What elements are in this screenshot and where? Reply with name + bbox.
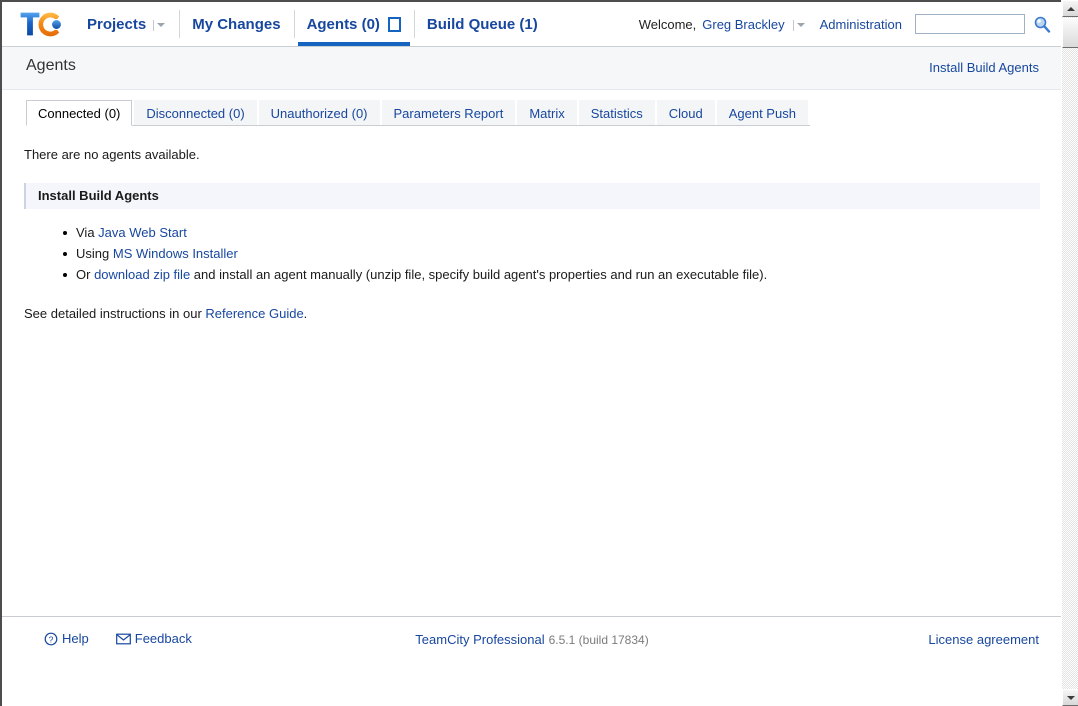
nav-item-build-queue-label: Build Queue (1)	[426, 15, 538, 33]
download-zip-file-link[interactable]: download zip file	[94, 267, 190, 282]
scroll-down-icon[interactable]	[1062, 689, 1078, 706]
list-item: Via Java Web Start	[63, 223, 1040, 243]
ms-windows-installer-link[interactable]: MS Windows Installer	[113, 246, 238, 261]
list-item: Or download zip file and install an agen…	[63, 265, 1040, 285]
chevron-down-icon[interactable]	[153, 19, 166, 32]
item-suffix: and install an agent manually (unzip fil…	[190, 267, 768, 282]
nav-item-projects-label: Projects	[87, 15, 147, 33]
list-item: Using MS Windows Installer	[63, 244, 1040, 264]
install-build-agents-link[interactable]: Install Build Agents	[929, 60, 1039, 75]
tab-cloud[interactable]: Cloud	[656, 100, 715, 125]
reference-prefix: See detailed instructions in our	[24, 306, 206, 321]
nav-item-my-changes-label: My Changes	[192, 15, 281, 33]
user-menu-chevron-down-icon[interactable]	[792, 19, 806, 32]
item-prefix: Via	[76, 225, 99, 240]
tab-parameters-report[interactable]: Parameters Report	[381, 100, 516, 125]
nav-separator	[413, 10, 415, 38]
item-prefix: Or	[76, 267, 95, 282]
product-info: TeamCity Professional 6.5.1 (build 17834)	[2, 632, 1062, 647]
teamcity-logo-icon[interactable]	[16, 7, 64, 41]
vertical-scrollbar[interactable]	[1061, 0, 1078, 706]
nav-separator	[179, 10, 181, 38]
user-name-link[interactable]: Greg Brackley	[702, 17, 784, 32]
scroll-up-icon[interactable]	[1062, 0, 1078, 17]
java-web-start-link[interactable]: Java Web Start	[98, 225, 187, 240]
main-nav: Projects My Changes Agents (0) Build Que…	[74, 2, 551, 46]
top-navigation-bar: Projects My Changes Agents (0) Build Que…	[2, 2, 1062, 47]
item-prefix: Using	[76, 246, 113, 261]
tab-matrix[interactable]: Matrix	[517, 100, 577, 125]
nav-item-agents[interactable]: Agents (0)	[293, 2, 414, 46]
tab-unauthorized[interactable]: Unauthorized (0)	[258, 100, 380, 125]
install-build-agents-panel: Install Build Agents Via Java Web Start …	[24, 183, 1040, 285]
page-viewport: Projects My Changes Agents (0) Build Que…	[0, 0, 1062, 706]
scrollbar-thumb[interactable]	[1062, 18, 1078, 48]
install-methods-list: Via Java Web Start Using MS Windows Inst…	[24, 223, 1040, 285]
nav-item-my-changes[interactable]: My Changes	[179, 2, 293, 46]
browser-window: Projects My Changes Agents (0) Build Que…	[0, 0, 1078, 706]
search-icon[interactable]	[1032, 14, 1052, 34]
page-title-bar: Agents Install Build Agents	[2, 47, 1062, 90]
administration-link[interactable]: Administration	[820, 17, 902, 32]
agents-indicator-box-icon	[387, 16, 401, 32]
main-content: There are no agents available. Install B…	[2, 147, 1062, 321]
nav-separator	[293, 10, 295, 38]
panel-body: Via Java Web Start Using MS Windows Inst…	[24, 209, 1040, 285]
page-title: Agents	[26, 57, 76, 74]
nav-item-build-queue[interactable]: Build Queue (1)	[413, 2, 551, 46]
panel-title: Install Build Agents	[24, 183, 1040, 209]
tab-disconnected[interactable]: Disconnected (0)	[134, 100, 257, 125]
product-name-link[interactable]: TeamCity Professional	[415, 632, 544, 647]
nav-item-agents-label: Agents (0)	[306, 15, 380, 33]
tab-bar: Connected (0) Disconnected (0) Unauthori…	[2, 100, 1062, 126]
welcome-label: Welcome,	[638, 16, 697, 32]
nav-item-projects[interactable]: Projects	[74, 2, 179, 46]
tab-statistics[interactable]: Statistics	[578, 100, 655, 125]
user-area: Welcome, Greg Brackley Administration	[639, 2, 1052, 46]
empty-state-message: There are no agents available.	[24, 147, 200, 162]
product-version: 6.5.1 (build 17834)	[548, 633, 649, 647]
reference-suffix: .	[303, 306, 308, 321]
license-agreement-link[interactable]: License agreement	[928, 632, 1039, 647]
reference-guide-link[interactable]: Reference Guide	[205, 306, 303, 321]
reference-guide-line: See detailed instructions in our Referen…	[24, 306, 1040, 321]
tab-agent-push[interactable]: Agent Push	[716, 100, 808, 125]
tab-connected[interactable]: Connected (0)	[26, 100, 133, 126]
search-input[interactable]	[915, 14, 1025, 34]
page-footer: ? Help Feedback TeamCity Professional 6.…	[2, 616, 1062, 668]
